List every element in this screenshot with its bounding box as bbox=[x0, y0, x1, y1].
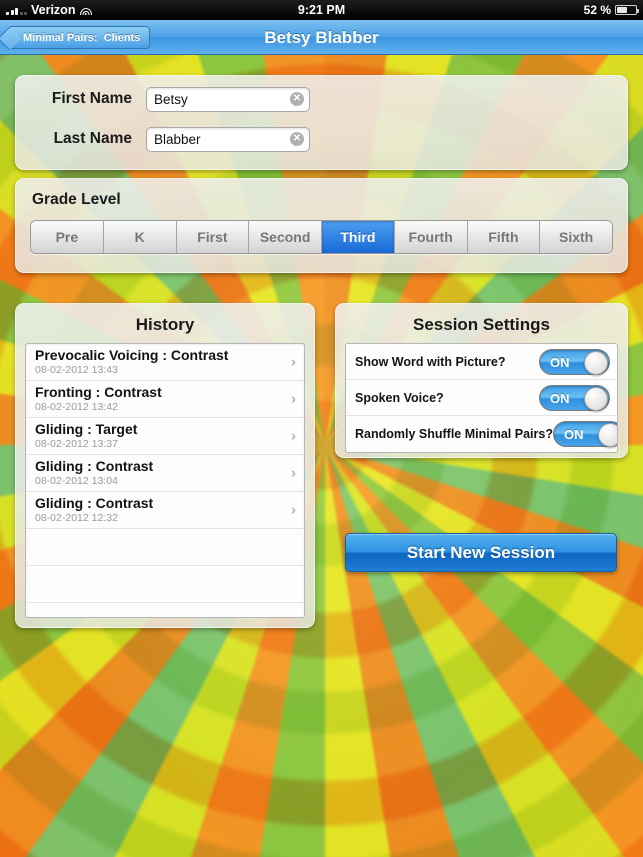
first-name-field-wrap: ✕ bbox=[146, 86, 310, 112]
history-row[interactable]: Gliding : Contrast 08-02-2012 13:04 › bbox=[26, 455, 304, 492]
toggle-state-label: ON bbox=[563, 427, 584, 442]
clear-first-name-icon[interactable]: ✕ bbox=[290, 92, 304, 106]
session-setting-toggle[interactable]: ON bbox=[552, 421, 617, 447]
grade-segment-first[interactable]: First bbox=[176, 221, 250, 253]
client-name-panel: First Name ✕ Last Name ✕ bbox=[15, 75, 628, 170]
back-button-label: Minimal Pairs: Clients bbox=[23, 31, 141, 44]
last-name-row: Last Name ✕ bbox=[16, 122, 627, 156]
toggle-knob bbox=[597, 423, 617, 447]
status-bar-time: 9:21 PM bbox=[297, 3, 346, 17]
session-setting-toggle[interactable]: ON bbox=[539, 384, 610, 411]
grade-level-panel: Grade Level Pre K First Second Third Fourth Fi… bbox=[15, 178, 628, 273]
toggle-knob bbox=[584, 386, 608, 411]
history-row-title: Gliding : Target bbox=[35, 421, 138, 437]
history-row[interactable]: Gliding : Target 08-02-2012 13:37 › bbox=[26, 418, 304, 455]
session-settings-list: Show Word with Picture? ON Spoken Voice? ON… bbox=[345, 343, 618, 453]
grade-level-segmented-control[interactable]: Pre K First Second Third Fourth Fifth Sixth bbox=[30, 220, 613, 254]
toggle-state-label: ON bbox=[550, 390, 570, 406]
history-row[interactable]: Fronting : Contrast 08-02-2012 13:42 › bbox=[26, 381, 304, 418]
session-setting-label: Randomly Shuffle Minimal Pairs? bbox=[355, 427, 553, 441]
session-setting-row: Randomly Shuffle Minimal Pairs? ON bbox=[346, 416, 617, 452]
history-empty-row bbox=[26, 566, 304, 603]
history-row-title: Gliding : Contrast bbox=[35, 495, 154, 511]
history-row-date: 08-02-2012 12:32 bbox=[35, 512, 118, 524]
history-row-date: 08-02-2012 13:04 bbox=[35, 475, 118, 487]
status-bar: Verizon 9:21 PM 52 % bbox=[0, 0, 643, 20]
chevron-right-icon: › bbox=[291, 464, 296, 482]
history-row-date: 08-02-2012 13:37 bbox=[35, 438, 118, 450]
history-row-date: 08-02-2012 13:42 bbox=[35, 401, 118, 413]
session-settings-panel: Session Settings Show Word with Picture?… bbox=[335, 303, 628, 458]
grade-segment-k[interactable]: K bbox=[103, 221, 177, 253]
session-setting-row: Spoken Voice? ON bbox=[346, 380, 617, 416]
history-row-title: Prevocalic Voicing : Contrast bbox=[35, 347, 229, 363]
toggle-knob bbox=[584, 350, 608, 375]
toggle-state-label: ON bbox=[550, 354, 570, 370]
history-row[interactable]: Prevocalic Voicing : Contrast 08-02-2012 … bbox=[26, 344, 304, 381]
history-row[interactable]: Gliding : Contrast 08-02-2012 12:32 › bbox=[26, 492, 304, 529]
last-name-field-wrap: ✕ bbox=[146, 126, 310, 152]
history-row-title: Fronting : Contrast bbox=[35, 384, 162, 400]
history-empty-row bbox=[26, 603, 304, 617]
chevron-right-icon: › bbox=[291, 427, 296, 445]
grade-segment-third[interactable]: Third bbox=[322, 221, 395, 253]
battery-icon bbox=[615, 5, 639, 15]
history-panel: History Prevocalic Voicing : Contrast 08-… bbox=[15, 303, 315, 628]
grade-segment-sixth[interactable]: Sixth bbox=[540, 221, 612, 253]
chevron-right-icon: › bbox=[291, 390, 296, 408]
grade-segment-fourth[interactable]: Fourth bbox=[394, 221, 468, 253]
grade-level-title: Grade Level bbox=[32, 191, 121, 208]
first-name-label: First Name bbox=[51, 90, 132, 107]
grade-segment-fifth[interactable]: Fifth bbox=[467, 221, 541, 253]
history-row-title: Gliding : Contrast bbox=[35, 458, 154, 474]
clear-last-name-icon[interactable]: ✕ bbox=[290, 132, 304, 146]
chevron-right-icon: › bbox=[291, 353, 296, 371]
start-new-session-label: Start New Session bbox=[406, 542, 556, 562]
session-setting-label: Show Word with Picture? bbox=[355, 354, 506, 369]
session-setting-label: Spoken Voice? bbox=[355, 390, 444, 405]
first-name-row: First Name ✕ bbox=[16, 82, 627, 116]
session-setting-row: Show Word with Picture? ON bbox=[346, 344, 617, 380]
grade-segment-pre[interactable]: Pre bbox=[31, 221, 104, 253]
chevron-right-icon: › bbox=[291, 501, 296, 519]
navigation-bar: Minimal Pairs: Clients Betsy Blabber bbox=[0, 20, 643, 55]
history-title: History bbox=[135, 315, 195, 334]
start-new-session-button[interactable]: Start New Session bbox=[345, 533, 617, 572]
last-name-input[interactable] bbox=[146, 126, 310, 152]
last-name-label: Last Name bbox=[53, 130, 132, 147]
history-row-date: 08-02-2012 13:43 bbox=[35, 364, 118, 376]
grade-segment-second[interactable]: Second bbox=[249, 221, 322, 253]
history-list[interactable]: Prevocalic Voicing : Contrast 08-02-2012 … bbox=[25, 343, 305, 618]
first-name-input[interactable] bbox=[146, 86, 310, 112]
history-empty-row bbox=[26, 529, 304, 566]
session-settings-title: Session Settings bbox=[413, 315, 550, 334]
session-setting-toggle[interactable]: ON bbox=[539, 348, 610, 375]
